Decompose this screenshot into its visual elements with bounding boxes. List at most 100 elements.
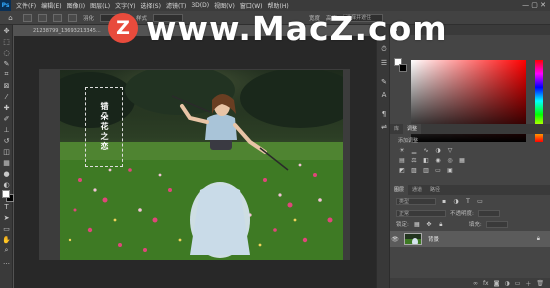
fill-label: 填充: [468,222,482,228]
selection-mode-new[interactable] [38,13,47,22]
lock-all-icon[interactable]: 🔒︎ [437,221,445,228]
tab-channels[interactable]: 通道 [408,185,426,195]
opacity-label: 不透明度: [450,211,474,217]
levels-icon[interactable]: ▁ [410,147,418,154]
collapsed-panels-strip: ⏱ ☰ ✎ A ¶ ⇌ [376,25,390,288]
curves-icon[interactable]: ∿ [422,147,430,154]
new-adjustment-icon[interactable]: ◑ [504,280,509,287]
crop-tool-icon[interactable]: ⌗ [0,69,13,80]
vibrance-icon[interactable]: ▽ [446,147,454,154]
more-tools-icon[interactable]: … [0,256,13,267]
layer-row-background[interactable]: 👁︎ 背景 🔒︎ [390,231,550,247]
add-mask-icon[interactable]: ◙ [494,280,500,287]
blend-mode-select[interactable]: 正常 [396,209,446,217]
layer-filter-row: 类型 ▪ ◑ T ▭ [396,198,484,205]
history-brush-icon[interactable]: ↺ [0,135,13,146]
window-controls-icon[interactable]: — ▢ ✕ [522,1,546,9]
character-panel-icon[interactable]: A [377,88,391,101]
feather-label: 羽化 [83,15,95,22]
channel-mixer-icon[interactable]: ◎ [446,157,454,164]
adjustments-strip-icon[interactable]: ⇌ [377,120,391,133]
gradient-map-icon[interactable]: ▭ [434,167,442,174]
lock-pixels-icon[interactable]: ▦ [413,221,421,228]
watermark-logo: Z www.MacZ.com [108,8,448,48]
shape-tool-icon[interactable]: ▭ [0,223,13,234]
menu-edit[interactable]: 编辑(E) [41,1,61,10]
blend-row: 正常 不透明度: [396,209,500,217]
filter-type-icon[interactable]: T [464,198,472,205]
filter-pixel-icon[interactable]: ▪ [440,198,448,205]
menu-image[interactable]: 图像(I) [67,1,85,10]
dodge-tool-icon[interactable]: ◐ [0,179,13,190]
new-group-icon[interactable]: ▭ [515,280,521,287]
gradient-tool-icon[interactable]: ▦ [0,157,13,168]
tab-layers[interactable]: 图层 [390,185,409,195]
clone-stamp-icon[interactable]: ⊥ [0,124,13,135]
new-layer-icon[interactable]: ＋ [525,279,531,288]
lasso-tool-icon[interactable]: ◌ [0,47,13,58]
home-icon[interactable]: ⌂ [4,12,17,23]
layers-bottom-bar: ∞ fx ◙ ◑ ▭ ＋ 🗑︎ [390,278,550,288]
eyedropper-tool-icon[interactable]: ⁄ [0,91,13,102]
watermark-text: www.MacZ.com [146,8,448,48]
adjustment-icons-row-2: ▤ ⚖ ◧ ◉ ◎ ▦ [398,157,466,164]
visibility-eye-icon[interactable]: 👁︎ [390,236,400,243]
posterize-icon[interactable]: ▨ [410,167,418,174]
tab-paths[interactable]: 路径 [426,185,444,195]
move-tool-icon[interactable]: ✥ [0,25,13,36]
adjustment-icons-row-1: ☀ ▁ ∿ ◑ ▽ [398,147,454,154]
healing-brush-icon[interactable]: ✚ [0,102,13,113]
color-balance-icon[interactable]: ⚖ [410,157,418,164]
threshold-icon[interactable]: ▥ [422,167,430,174]
color-swatches[interactable] [2,190,14,202]
color-lookup-icon[interactable]: ▦ [458,157,466,164]
layer-kind-filter[interactable]: 类型 [396,198,436,205]
path-select-icon[interactable]: ➤ [0,212,13,223]
fill-input[interactable] [485,220,508,228]
layer-name: 背景 [428,237,440,243]
filter-adjust-icon[interactable]: ◑ [452,198,460,205]
menu-file[interactable]: 文件(F) [16,1,36,10]
hand-tool-icon[interactable]: ✋ [0,234,13,245]
photo-filter-icon[interactable]: ◉ [434,157,442,164]
lock-row: 锁定: ▦ ✥ 🔒︎ 填充: [396,220,508,228]
properties-panel-icon[interactable]: ☰ [377,56,391,69]
filter-shape-icon[interactable]: ▭ [476,198,484,205]
eraser-tool-icon[interactable]: ◫ [0,146,13,157]
adjust-panel-tabs: 库 调整 [390,124,550,134]
brush-tool-icon[interactable]: ✐ [0,113,13,124]
tab-libraries[interactable]: 库 [390,124,403,134]
brush-settings-icon[interactable]: ✎ [377,75,391,88]
document-tab[interactable]: 21238799_13693213345... [30,27,104,35]
exposure-icon[interactable]: ◑ [434,147,442,154]
lock-label: 锁定: [396,222,409,228]
type-tool-icon[interactable]: T [0,201,13,212]
hue-saturation-icon[interactable]: ▤ [398,157,406,164]
color-panel-background-swatch[interactable] [399,64,407,72]
document-image[interactable]: 错朵花之恋 [60,70,343,260]
vertical-text-content: 错朵花之恋 [100,102,109,152]
photoshop-logo-icon: Ps [0,0,11,11]
selective-color-icon[interactable]: ▣ [446,167,454,174]
brightness-icon[interactable]: ☀ [398,147,406,154]
black-white-icon[interactable]: ◧ [422,157,430,164]
foreground-color-swatch[interactable] [2,190,10,198]
selection-mode-add[interactable] [53,13,62,22]
delete-layer-icon[interactable]: 🗑︎ [536,280,544,287]
frame-tool-icon[interactable]: ⊠ [0,80,13,91]
selection-mode-subtract[interactable] [68,13,77,22]
macz-logo-icon: Z [108,13,138,43]
invert-icon[interactable]: ◩ [398,167,406,174]
layer-style-icon[interactable]: fx [483,280,489,287]
blur-tool-icon[interactable]: ● [0,168,13,179]
marquee-tool-preset[interactable] [23,13,32,22]
paragraph-panel-icon[interactable]: ¶ [377,107,391,120]
lock-position-icon[interactable]: ✥ [425,221,433,228]
opacity-input[interactable] [477,209,500,217]
marquee-tool-icon[interactable]: ⬚ [0,36,13,47]
tab-adjustments[interactable]: 调整 [403,124,422,134]
link-layers-icon[interactable]: ∞ [473,280,478,287]
zoom-tool-icon[interactable]: ⌕ [0,245,13,256]
quick-select-tool-icon[interactable]: ✎ [0,58,13,69]
vertical-text-layer[interactable]: 错朵花之恋 [85,87,123,167]
